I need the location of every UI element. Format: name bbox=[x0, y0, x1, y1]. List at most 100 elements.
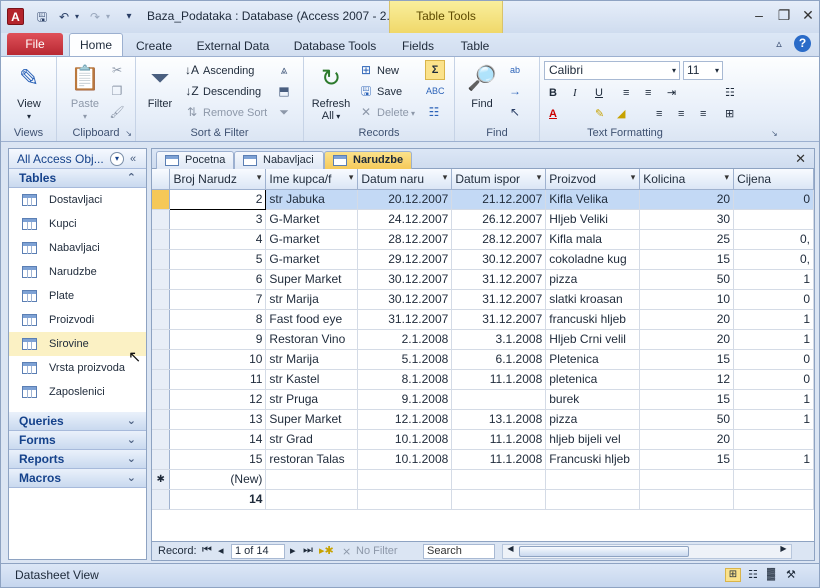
record-selector[interactable] bbox=[152, 309, 171, 330]
new-record-icon[interactable]: ✱ bbox=[152, 469, 171, 490]
nav-section-macros[interactable]: Macros ⌄ bbox=[9, 469, 146, 488]
table-cell[interactable]: pizza bbox=[545, 269, 641, 290]
table-cell[interactable]: str Marija bbox=[265, 289, 359, 310]
table-cell[interactable]: 11.1.2008 bbox=[451, 449, 547, 470]
table-cell[interactable]: Pletenica bbox=[545, 349, 641, 370]
replace-button[interactable]: ab bbox=[507, 61, 526, 79]
refresh-all-button[interactable]: ↻ Refresh All ▾ bbox=[310, 63, 352, 123]
record-selector[interactable] bbox=[152, 209, 171, 230]
dialog-launcher-icon[interactable]: ↘ bbox=[125, 129, 132, 138]
table-cell[interactable] bbox=[545, 469, 641, 490]
table-cell[interactable] bbox=[545, 489, 641, 510]
table-cell[interactable]: 12 bbox=[169, 389, 267, 410]
nav-table-item[interactable]: Narudzbe bbox=[9, 260, 146, 284]
sort-ascending-button[interactable]: ↓A Ascending bbox=[184, 61, 254, 79]
table-cell[interactable]: pizza bbox=[545, 409, 641, 430]
navigation-pane-header[interactable]: All Access Obj... ▾ « bbox=[9, 149, 146, 169]
table-cell[interactable]: Super Market bbox=[265, 409, 359, 430]
table-row[interactable]: 5 G-market 29.12.2007 30.12.2007 cokoladne k… bbox=[152, 249, 814, 270]
table-cell[interactable] bbox=[265, 469, 359, 490]
table-cell[interactable]: str Marija bbox=[265, 349, 359, 370]
record-selector[interactable] bbox=[152, 289, 171, 310]
table-cell[interactable] bbox=[639, 469, 735, 490]
align-text-left-button[interactable]: ≡ bbox=[656, 105, 662, 123]
new-record-row[interactable]: ✱ (New) bbox=[152, 469, 814, 490]
table-row[interactable]: 14 str Grad 10.1.2008 11.1.2008 hljeb bijeli… bbox=[152, 429, 814, 450]
tab-fields[interactable]: Fields bbox=[393, 37, 443, 56]
tab-create[interactable]: Create bbox=[129, 37, 179, 56]
scroll-thumb[interactable] bbox=[519, 546, 689, 557]
record-selector[interactable] bbox=[152, 429, 171, 450]
column-header[interactable]: Ime kupca/f ▾ bbox=[265, 169, 359, 190]
scroll-right-icon[interactable]: ▶ bbox=[776, 544, 791, 553]
chevron-down-icon[interactable]: ▾ bbox=[110, 152, 124, 166]
pivotchart-view-icon[interactable]: ▓ bbox=[767, 568, 775, 580]
nav-table-item[interactable]: Kupci bbox=[9, 212, 146, 236]
dialog-launcher-icon[interactable]: ↘ bbox=[771, 129, 778, 138]
table-row[interactable]: 2 str Jabuka 20.12.2007 21.12.2007 Kifla Vel… bbox=[152, 188, 814, 210]
align-right-button[interactable]: ≡ bbox=[700, 105, 706, 123]
table-cell[interactable]: 3.1.2008 bbox=[451, 329, 547, 350]
table-cell[interactable] bbox=[639, 489, 735, 510]
totals-button[interactable]: Σ bbox=[425, 60, 445, 80]
customize-quick-access-icon[interactable]: ▾ bbox=[121, 9, 137, 25]
table-cell[interactable]: 11 bbox=[169, 369, 267, 390]
table-cell[interactable]: 5 bbox=[169, 249, 267, 270]
redo-dropdown-icon[interactable]: ▾ bbox=[100, 9, 116, 25]
restore-icon[interactable]: ❐ bbox=[772, 8, 796, 25]
undo-dropdown-icon[interactable]: ▾ bbox=[69, 9, 85, 25]
toggle-filter-button[interactable]: ⏷ bbox=[276, 103, 295, 121]
table-cell[interactable]: str Pruga bbox=[265, 389, 359, 410]
cut-button[interactable]: ✂ bbox=[109, 61, 128, 79]
table-cell[interactable]: 50 bbox=[639, 269, 735, 290]
column-dropdown-icon[interactable]: ▾ bbox=[349, 172, 354, 183]
new-record-button[interactable]: ⊞ New bbox=[358, 61, 399, 79]
datasheet-view-icon[interactable]: ⊞ bbox=[725, 568, 741, 582]
table-cell[interactable]: 14 bbox=[169, 429, 267, 450]
nav-table-item[interactable]: Nabavljaci bbox=[9, 236, 146, 260]
table-cell[interactable]: 13.1.2008 bbox=[451, 409, 547, 430]
table-cell[interactable]: 8.1.2008 bbox=[357, 369, 453, 390]
table-cell[interactable]: 4 bbox=[169, 229, 267, 250]
column-header[interactable]: Datum naru ▾ bbox=[357, 169, 453, 190]
table-cell[interactable]: 10 bbox=[639, 289, 735, 310]
format-painter-button[interactable]: 🖌 bbox=[109, 103, 128, 121]
table-cell[interactable] bbox=[451, 469, 547, 490]
table-row[interactable]: 13 Super Market 12.1.2008 13.1.2008 pizza 50 1 bbox=[152, 409, 814, 430]
table-cell[interactable] bbox=[265, 489, 359, 510]
bold-button[interactable]: B bbox=[549, 84, 557, 102]
tab-external-data[interactable]: External Data bbox=[189, 37, 277, 56]
table-cell[interactable]: 2.1.2008 bbox=[357, 329, 453, 350]
nav-table-item[interactable]: Zaposlenici bbox=[9, 380, 146, 404]
spelling-button[interactable]: ABC bbox=[426, 82, 445, 100]
alternate-row-color-button[interactable]: ⊞ bbox=[725, 105, 734, 123]
record-selector[interactable] bbox=[152, 449, 171, 470]
table-cell[interactable]: 13 bbox=[169, 409, 267, 430]
table-cell[interactable]: 30.12.2007 bbox=[451, 249, 547, 270]
table-cell[interactable]: cokoladne kug bbox=[545, 249, 641, 270]
column-dropdown-icon[interactable]: ▾ bbox=[537, 172, 542, 183]
table-cell[interactable]: 11.1.2008 bbox=[451, 369, 547, 390]
table-cell[interactable]: 6.1.2008 bbox=[451, 349, 547, 370]
table-cell[interactable]: 5.1.2008 bbox=[357, 349, 453, 370]
previous-record-icon[interactable]: ◂ bbox=[218, 544, 224, 557]
go-to-button[interactable]: → bbox=[507, 82, 526, 100]
record-selector[interactable] bbox=[152, 369, 171, 390]
table-cell[interactable]: 26.12.2007 bbox=[451, 209, 547, 230]
tab-table[interactable]: Table bbox=[451, 37, 499, 56]
view-button[interactable]: ✎ View ▾ bbox=[9, 63, 49, 123]
nav-table-item[interactable]: Proizvodi bbox=[9, 308, 146, 332]
fill-color-button[interactable]: ◢ bbox=[617, 105, 625, 123]
center-button[interactable]: ≡ bbox=[678, 105, 684, 123]
table-row[interactable]: 12 str Pruga 9.1.2008 burek 15 1 bbox=[152, 389, 814, 410]
table-row[interactable]: 10 str Marija 5.1.2008 6.1.2008 Pletenica 15 0 bbox=[152, 349, 814, 370]
column-header[interactable]: Datum ispor ▾ bbox=[451, 169, 547, 190]
select-all-corner[interactable] bbox=[152, 169, 171, 190]
table-cell[interactable]: 30.12.2007 bbox=[357, 289, 453, 310]
doc-tab-narudzbe[interactable]: Narudzbe bbox=[324, 151, 412, 170]
shutter-bar-icon[interactable]: « bbox=[130, 149, 136, 169]
remove-sort-button[interactable]: ⇅ Remove Sort bbox=[184, 103, 267, 121]
table-cell[interactable]: 12.1.2008 bbox=[357, 409, 453, 430]
table-cell[interactable]: 31.12.2007 bbox=[451, 269, 547, 290]
save-record-button[interactable]: 🖫 Save bbox=[358, 82, 402, 100]
